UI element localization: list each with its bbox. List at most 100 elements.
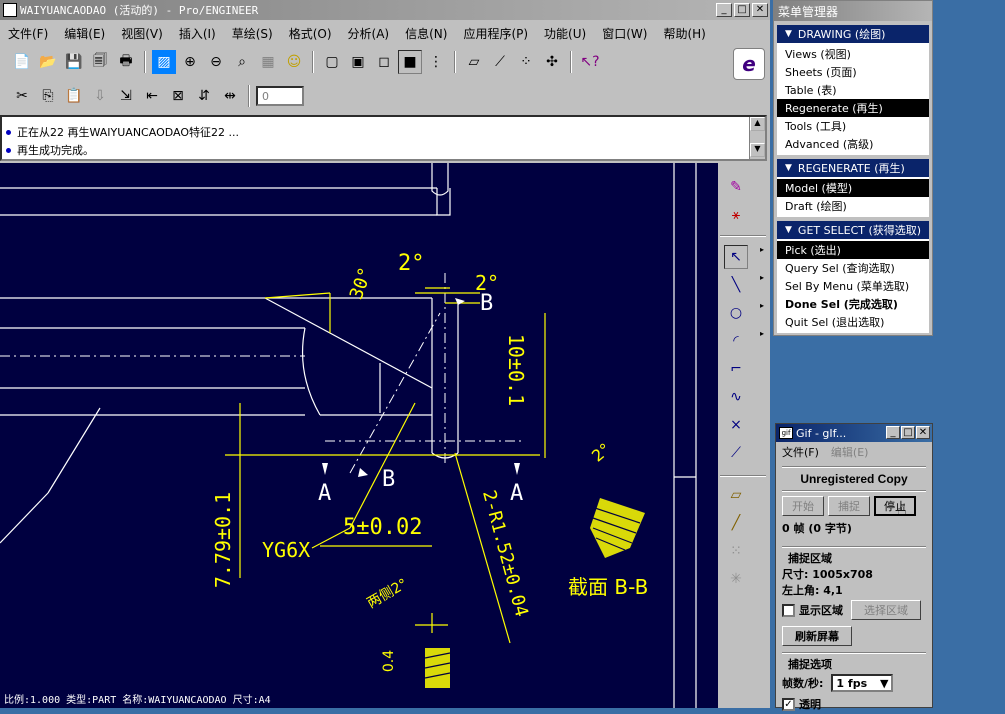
arc-tool-icon[interactable]: ◜ xyxy=(724,329,748,353)
datum-plane-icon[interactable]: ▱ xyxy=(462,50,486,74)
menu-item[interactable]: Regenerate (再生) xyxy=(777,99,929,117)
menu-item[interactable]: Quit Sel (退出选取) xyxy=(777,313,929,331)
menu-item[interactable]: Draft (绘图) xyxy=(777,197,929,215)
menu-format[interactable]: 格式(O) xyxy=(281,25,340,42)
chamfer-tool-icon[interactable]: ⟋ xyxy=(724,441,748,465)
menu-item[interactable]: Pick (选出) xyxy=(777,241,929,259)
message-scrollbar[interactable]: ▲ ▼ xyxy=(749,117,765,159)
gif-minimize-button[interactable]: _ xyxy=(886,426,900,439)
paste-icon[interactable]: 📋 xyxy=(62,84,86,108)
menu-item[interactable]: Tools (工具) xyxy=(777,117,929,135)
select-area-button[interactable]: 选择区域 xyxy=(851,600,921,620)
circle-tool-icon[interactable]: ○ xyxy=(724,301,748,325)
menu-window[interactable]: 窗口(W) xyxy=(594,25,655,42)
stop-button[interactable]: 停止 xyxy=(874,496,916,516)
menu-item[interactable]: Sel By Menu (菜单选取) xyxy=(777,277,929,295)
flip-icon[interactable]: ⇵ xyxy=(192,84,216,108)
slash-line-icon[interactable]: ╱ xyxy=(724,511,748,535)
menu-item[interactable]: Table (表) xyxy=(777,81,929,99)
spline-tool-icon[interactable]: ∿ xyxy=(724,385,748,409)
section-label[interactable]: A xyxy=(318,481,331,506)
dim-label[interactable]: YG6X xyxy=(262,538,310,562)
gif-menu-file[interactable]: 文件(F) xyxy=(782,444,819,460)
dim-label[interactable]: 10±0.1 xyxy=(504,334,528,406)
menu-item[interactable]: Advanced (高级) xyxy=(777,135,929,153)
zoom-out-icon[interactable]: ⊖ xyxy=(204,50,228,74)
menu-file[interactable]: 文件(F) xyxy=(0,25,56,42)
select-move-icon[interactable]: ⇲ xyxy=(114,84,138,108)
menu-edit[interactable]: 编辑(E) xyxy=(56,25,113,42)
point-tool-icon[interactable]: × xyxy=(724,413,748,437)
scroll-down-icon[interactable]: ▼ xyxy=(750,143,765,157)
whats-this-icon[interactable]: ↖? xyxy=(578,50,602,74)
transparent-checkbox[interactable]: ✓ xyxy=(782,697,795,711)
move-left-icon[interactable]: ⇤ xyxy=(140,84,164,108)
shading-icon[interactable]: ■ xyxy=(398,50,422,74)
menu-section-header[interactable]: ▼ GET SELECT (获得选取) xyxy=(777,221,929,239)
saved-views-icon[interactable]: ▦ xyxy=(256,50,280,74)
repaint-icon[interactable]: ▨ xyxy=(152,50,176,74)
minimize-button[interactable]: _ xyxy=(716,3,732,17)
save-icon[interactable]: 💾 xyxy=(62,50,86,74)
delete-table-icon[interactable]: ⊠ xyxy=(166,84,190,108)
close-button[interactable]: ✕ xyxy=(752,3,768,17)
hidden-line-icon[interactable]: ▣ xyxy=(346,50,370,74)
menu-item[interactable]: Views (视图) xyxy=(777,45,929,63)
new-file-icon[interactable]: 📄 xyxy=(10,50,34,74)
menu-section-header[interactable]: ▼ REGENERATE (再生) xyxy=(777,159,929,177)
sketch-point-disabled-icon[interactable]: ⁙ xyxy=(724,539,748,563)
align-icon[interactable]: ⇹ xyxy=(218,84,242,108)
section-label[interactable]: B xyxy=(382,467,395,492)
no-hidden-icon[interactable]: ◻ xyxy=(372,50,396,74)
fps-dropdown[interactable]: 1 fps ▼ xyxy=(831,674,894,692)
capture-button[interactable]: 捕捉 xyxy=(828,496,870,516)
coordinate-system-icon[interactable]: ✣ xyxy=(540,50,564,74)
open-folder-icon[interactable]: 📂 xyxy=(36,50,60,74)
section-title[interactable]: 截面 B-B xyxy=(568,571,648,600)
line-tool-icon[interactable]: ╲ xyxy=(724,273,748,297)
select-arrow-icon[interactable]: ↖ xyxy=(724,245,748,269)
datum-point-icon[interactable]: ⁘ xyxy=(514,50,538,74)
menu-item[interactable]: Query Sel (查询选取) xyxy=(777,259,929,277)
zoom-fit-icon[interactable]: ⌕ xyxy=(230,50,254,74)
wireframe-icon[interactable]: ▢ xyxy=(320,50,344,74)
dim-label[interactable]: 5±0.02 xyxy=(343,515,422,540)
menu-item[interactable]: Done Sel (完成选取) xyxy=(777,295,929,313)
section-label[interactable]: A xyxy=(510,481,523,506)
section-label[interactable]: B xyxy=(480,291,493,316)
cut-icon[interactable]: ✂ xyxy=(10,84,34,108)
zoom-in-icon[interactable]: ⊕ xyxy=(178,50,202,74)
drawing-canvas[interactable]: 2° 2° 30° B B A A 10±0.1 7.79±0.1 5±0.02… xyxy=(0,163,718,708)
menu-analysis[interactable]: 分析(A) xyxy=(340,25,398,42)
menu-item[interactable]: Model (模型) xyxy=(777,179,929,197)
gif-close-button[interactable]: ✕ xyxy=(916,426,930,439)
menu-view[interactable]: 视图(V) xyxy=(113,25,171,42)
dim-label[interactable]: 2° xyxy=(398,251,425,276)
menu-insert[interactable]: 插入(I) xyxy=(171,25,224,42)
start-button[interactable]: 开始 xyxy=(782,496,824,516)
dim-label[interactable]: 0.4 xyxy=(381,650,397,672)
geometric-tolerance-icon[interactable]: ⚹ xyxy=(724,203,748,227)
maximize-button[interactable]: □ xyxy=(734,3,750,17)
sketch-coord-disabled-icon[interactable]: ✳ xyxy=(724,567,748,591)
parallelogram-icon[interactable]: ▱ xyxy=(724,483,748,507)
show-area-checkbox[interactable] xyxy=(782,603,795,617)
model-tree-icon[interactable]: ⋮ xyxy=(424,50,448,74)
menu-help[interactable]: 帮助(H) xyxy=(655,25,713,42)
menu-section-header[interactable]: ▼ DRAWING (绘图) xyxy=(777,25,929,43)
print-icon[interactable]: 🖶 xyxy=(114,50,138,74)
dimension-tool-icon[interactable]: ✎ xyxy=(724,175,748,199)
menu-info[interactable]: 信息(N) xyxy=(397,25,455,42)
copy-icon[interactable]: ⎘ xyxy=(36,84,60,108)
paste-special-icon[interactable]: ⇩ xyxy=(88,84,112,108)
smiley-icon[interactable]: ☺ xyxy=(282,50,306,74)
refresh-screen-button[interactable]: 刷新屏幕 xyxy=(782,626,852,646)
menu-utilities[interactable]: 功能(U) xyxy=(536,25,594,42)
menu-sketch[interactable]: 草绘(S) xyxy=(224,25,281,42)
fillet-tool-icon[interactable]: ⌐ xyxy=(724,357,748,381)
dim-label[interactable]: 7.79±0.1 xyxy=(211,492,235,588)
gif-menu-edit[interactable]: 编辑(E) xyxy=(831,444,869,460)
menu-applications[interactable]: 应用程序(P) xyxy=(455,25,536,42)
save-copy-icon[interactable]: 🗐 xyxy=(88,50,112,74)
datum-axis-icon[interactable]: ⟋ xyxy=(488,50,512,74)
